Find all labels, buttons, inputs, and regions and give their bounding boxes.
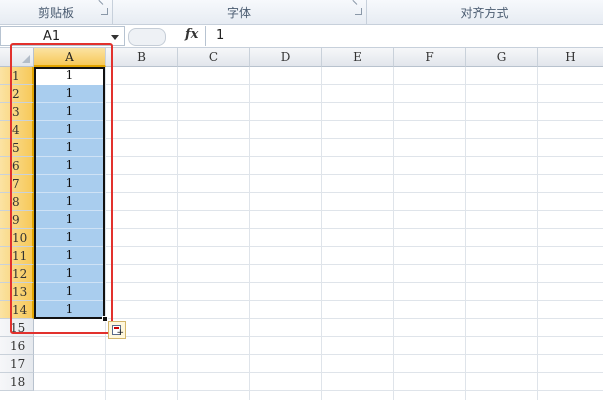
column-header-a[interactable]: A bbox=[34, 48, 106, 67]
formula-input[interactable]: 1 bbox=[205, 26, 603, 46]
row-header[interactable]: 3 bbox=[0, 103, 34, 121]
cell-a6[interactable]: 1 bbox=[34, 157, 105, 175]
dialog-launcher-icon[interactable] bbox=[355, 8, 362, 15]
formula-bar-splitter[interactable] bbox=[128, 28, 166, 46]
row-header[interactable]: 6 bbox=[0, 157, 34, 175]
column-header-g[interactable]: G bbox=[466, 48, 538, 67]
formula-content: 1 bbox=[216, 28, 225, 43]
ribbon-group-clipboard: 剪贴板 bbox=[0, 0, 113, 24]
row-header[interactable]: 4 bbox=[0, 121, 34, 139]
cell-a12[interactable]: 1 bbox=[34, 265, 105, 283]
row-header[interactable]: 15 bbox=[0, 319, 34, 337]
insert-function-icon[interactable]: fx bbox=[185, 27, 198, 42]
cell-a10[interactable]: 1 bbox=[34, 229, 105, 247]
row-header[interactable]: 1 bbox=[0, 67, 34, 85]
row-header[interactable]: 16 bbox=[0, 337, 34, 355]
cell-a4[interactable]: 1 bbox=[34, 121, 105, 139]
row-header[interactable]: 14 bbox=[0, 301, 34, 319]
column-header-h[interactable]: H bbox=[538, 48, 603, 67]
cell-a11[interactable]: 1 bbox=[34, 247, 105, 265]
column-header-c[interactable]: C bbox=[178, 48, 250, 67]
ribbon-group-font: 字体 bbox=[112, 0, 367, 24]
chevron-down-icon[interactable] bbox=[111, 35, 119, 40]
row-header[interactable]: 18 bbox=[0, 373, 34, 391]
row-header[interactable]: 8 bbox=[0, 193, 34, 211]
row-header[interactable]: 11 bbox=[0, 247, 34, 265]
column-header-b[interactable]: B bbox=[106, 48, 178, 67]
row-header[interactable]: 5 bbox=[0, 139, 34, 157]
cell-a1[interactable]: 1 bbox=[34, 67, 105, 85]
cell-a9[interactable]: 1 bbox=[34, 211, 105, 229]
ribbon-group-label: 剪贴板 bbox=[37, 6, 74, 20]
row-header[interactable]: 12 bbox=[0, 265, 34, 283]
cell-a7[interactable]: 1 bbox=[34, 175, 105, 193]
ribbon-group-alignment: 对齐方式 bbox=[366, 0, 603, 24]
auto-fill-options-button[interactable]: + bbox=[108, 321, 126, 339]
row-header[interactable]: 9 bbox=[0, 211, 34, 229]
ribbon-group-label: 对齐方式 bbox=[460, 6, 509, 20]
row-header[interactable]: 13 bbox=[0, 283, 34, 301]
column-header-e[interactable]: E bbox=[322, 48, 394, 67]
cell-a5[interactable]: 1 bbox=[34, 139, 105, 157]
column-header-d[interactable]: D bbox=[250, 48, 322, 67]
plus-icon: + bbox=[116, 328, 124, 338]
select-all-button[interactable] bbox=[0, 48, 34, 67]
cell-a8[interactable]: 1 bbox=[34, 193, 105, 211]
ribbon-group-bar: 剪贴板 字体 对齐方式 bbox=[0, 0, 603, 25]
name-box[interactable]: A1 bbox=[0, 26, 125, 46]
cell-a14[interactable]: 1 bbox=[34, 301, 105, 319]
ribbon-group-label: 字体 bbox=[226, 6, 251, 20]
cell-a13[interactable]: 1 bbox=[34, 283, 105, 301]
cell-area[interactable] bbox=[34, 67, 603, 400]
cell-a3[interactable]: 1 bbox=[34, 103, 105, 121]
column-header-f[interactable]: F bbox=[394, 48, 466, 67]
row-header[interactable]: 17 bbox=[0, 355, 34, 373]
cell-a2[interactable]: 1 bbox=[34, 85, 105, 103]
row-header[interactable]: 10 bbox=[0, 229, 34, 247]
row-header[interactable]: 2 bbox=[0, 85, 34, 103]
formula-bar: A1 fx 1 bbox=[0, 25, 603, 48]
worksheet-grid: A B C D E F G H 1 2 3 4 5 6 7 8 9 10 11 12 13 14 15 16 1… bbox=[0, 48, 603, 400]
dialog-launcher-icon[interactable] bbox=[101, 8, 108, 15]
row-header[interactable]: 7 bbox=[0, 175, 34, 193]
name-box-value: A1 bbox=[43, 29, 61, 44]
